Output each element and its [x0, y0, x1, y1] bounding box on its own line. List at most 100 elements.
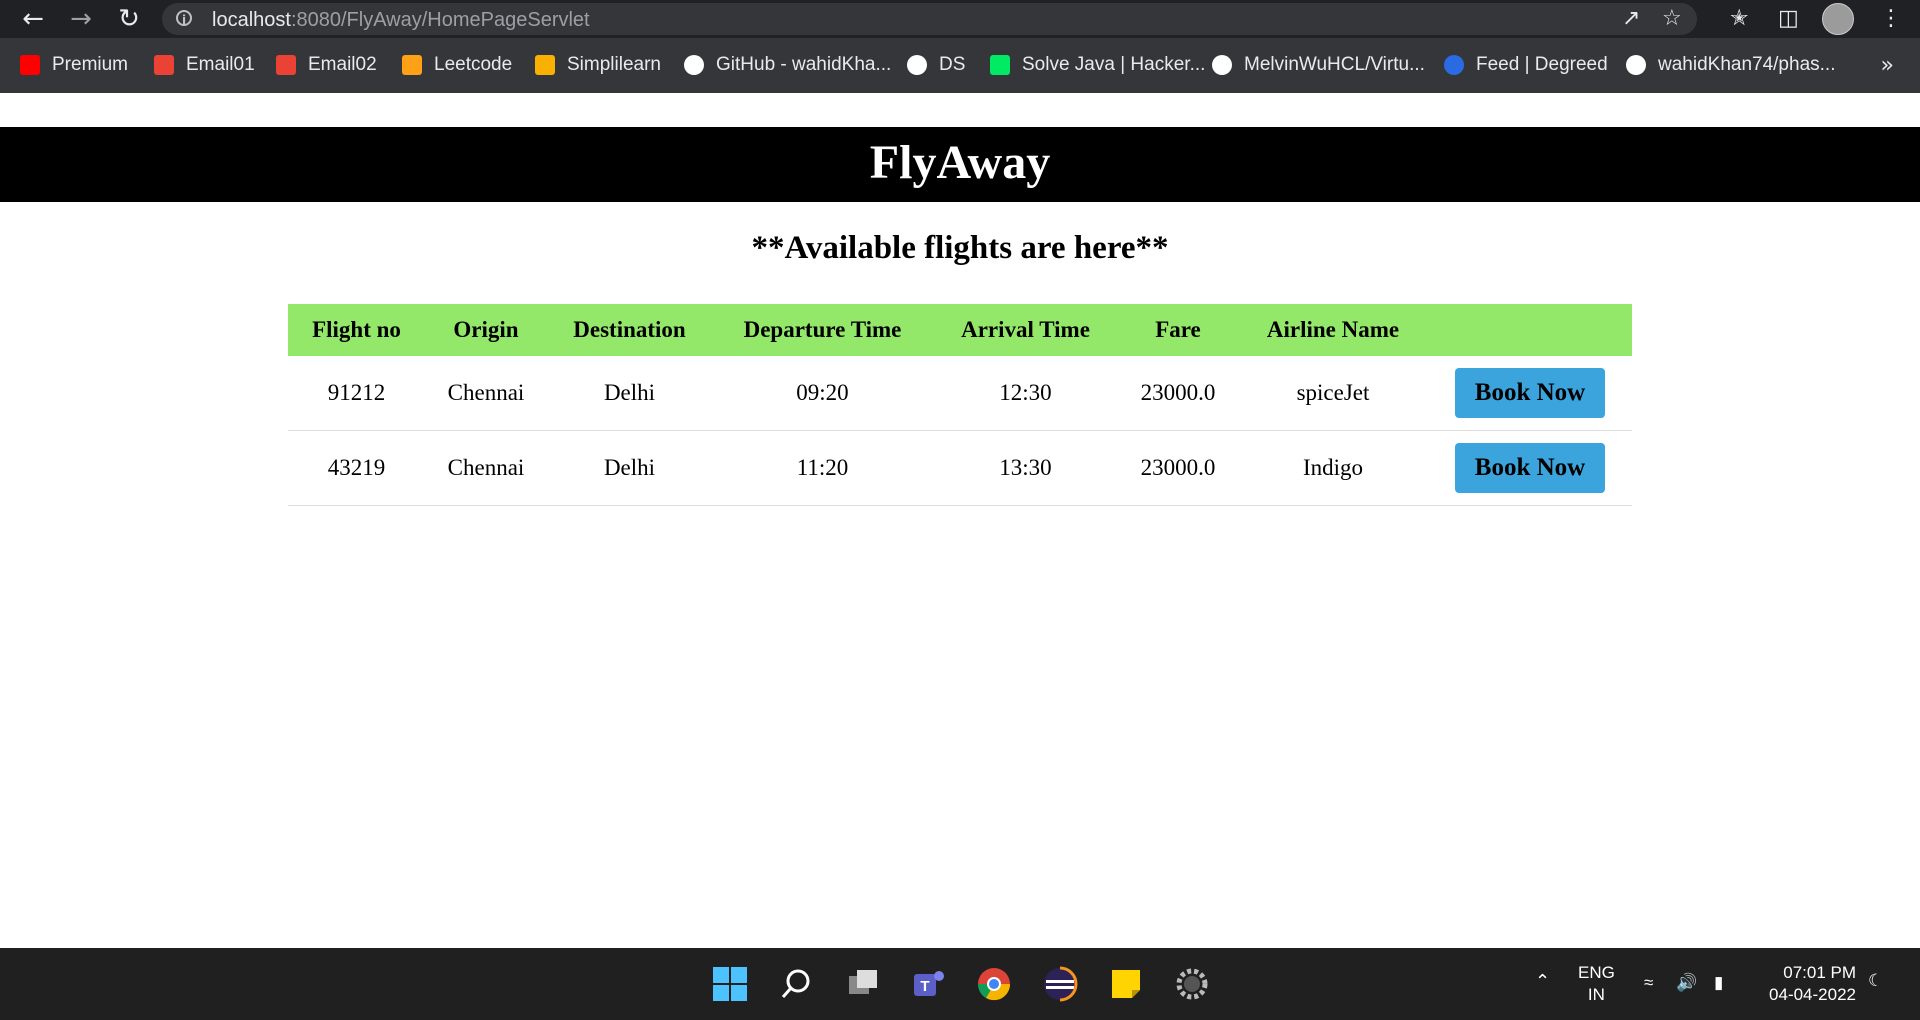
site-title: FlyAway — [869, 136, 1051, 189]
chevron-up-icon[interactable]: ⌃ — [1535, 970, 1550, 992]
page-content: FlyAway **Available flights are here** F… — [0, 93, 1920, 948]
teams-icon[interactable]: T — [908, 964, 948, 1004]
github-icon — [684, 55, 704, 75]
gmail-icon — [276, 55, 296, 75]
gmail-icon — [154, 55, 174, 75]
language-label: ENG — [1578, 963, 1615, 982]
header-flight-no: Flight no — [288, 304, 425, 356]
header-origin: Origin — [425, 304, 547, 356]
cell-departure: 09:20 — [712, 356, 933, 431]
bookmark-phase[interactable]: wahidKhan74/phas... — [1626, 53, 1835, 77]
cell-departure: 11:20 — [712, 430, 933, 506]
wifi-icon[interactable]: ≈ — [1644, 972, 1653, 994]
url-text[interactable]: localhost:8080/FlyAway/HomePageServlet — [212, 9, 590, 32]
github-icon — [907, 55, 927, 75]
cell-flight-no: 91212 — [288, 356, 425, 431]
cell-origin: Chennai — [425, 356, 547, 431]
bookmark-star-icon[interactable]: ☆ — [1662, 7, 1682, 31]
github-icon — [1212, 55, 1232, 75]
bookmark-email02[interactable]: Email02 — [276, 53, 377, 77]
bookmark-melvinwu[interactable]: MelvinWuHCL/Virtu... — [1212, 53, 1425, 77]
cell-action: Book Now — [1428, 356, 1632, 431]
header-fare: Fare — [1118, 304, 1238, 356]
language-indicator[interactable]: ENG IN — [1578, 962, 1615, 1006]
header-action — [1428, 304, 1632, 356]
bookmark-github-wahidkhan[interactable]: GitHub - wahidKha... — [684, 53, 891, 77]
bookmark-premium[interactable]: Premium — [20, 53, 128, 77]
bookmark-label: MelvinWuHCL/Virtu... — [1244, 54, 1425, 75]
night-light-icon[interactable]: ☾ — [1868, 970, 1883, 992]
search-icon[interactable] — [776, 964, 816, 1004]
table-row: 43219 Chennai Delhi 11:20 13:30 23000.0 … — [288, 430, 1632, 506]
page-subtitle: **Available flights are here** — [751, 230, 1169, 266]
site-info-icon[interactable]: i — [176, 10, 192, 27]
bookmark-ds[interactable]: DS — [907, 53, 965, 77]
url-host: localhost — [212, 9, 291, 31]
bookmarks-overflow-button[interactable]: » — [1881, 53, 1894, 78]
side-panel-icon[interactable]: ◫ — [1778, 5, 1799, 33]
reload-icon[interactable]: ↻ — [114, 4, 144, 34]
clock-date: 04-04-2022 — [1769, 985, 1856, 1004]
youtube-icon — [20, 55, 40, 75]
cell-airline: Indigo — [1238, 430, 1428, 506]
clock-time: 07:01 PM — [1783, 963, 1856, 982]
cell-destination: Delhi — [547, 356, 712, 431]
cell-action: Book Now — [1428, 430, 1632, 506]
header-destination: Destination — [547, 304, 712, 356]
browser-toolbar: ← → ↻ i localhost:8080/FlyAway/HomePageS… — [0, 0, 1920, 38]
site-header: FlyAway — [0, 127, 1920, 202]
header-departure-time: Departure Time — [712, 304, 933, 356]
bookmark-label: Solve Java | Hacker... — [1022, 54, 1206, 75]
region-label: IN — [1587, 985, 1605, 1004]
profile-avatar[interactable] — [1822, 3, 1854, 35]
header-airline-name: Airline Name — [1238, 304, 1428, 356]
share-icon[interactable]: ↗ — [1622, 7, 1640, 31]
extensions-icon[interactable]: ✭ — [1730, 5, 1748, 33]
hackerrank-icon — [990, 55, 1010, 75]
bookmarks-bar: Premium Email01 Email02 Leetcode Simplil… — [0, 38, 1920, 93]
menu-kebab-icon[interactable]: ⋮ — [1880, 5, 1902, 33]
simplilearn-icon — [535, 55, 555, 75]
bookmark-simplilearn[interactable]: Simplilearn — [535, 53, 661, 77]
back-arrow-icon[interactable]: ← — [18, 4, 48, 34]
cell-arrival: 12:30 — [933, 356, 1118, 431]
svg-text:T: T — [920, 978, 929, 995]
bookmark-email01[interactable]: Email01 — [154, 53, 255, 77]
bookmark-leetcode[interactable]: Leetcode — [402, 53, 512, 77]
bookmark-label: Premium — [52, 54, 129, 75]
task-view-icon[interactable] — [843, 964, 883, 1004]
cell-fare: 23000.0 — [1118, 356, 1238, 431]
volume-icon[interactable]: 🔊 — [1676, 972, 1697, 994]
bookmark-label: GitHub - wahidKha... — [716, 54, 892, 75]
cell-destination: Delhi — [547, 430, 712, 506]
clock[interactable]: 07:01 PM 04-04-2022 — [1760, 962, 1856, 1006]
degreed-icon — [1444, 55, 1464, 75]
github-icon — [1626, 55, 1646, 75]
bookmark-label: DS — [939, 54, 966, 75]
bookmark-label: Email01 — [186, 54, 255, 75]
cell-fare: 23000.0 — [1118, 430, 1238, 506]
bookmark-hackerrank[interactable]: Solve Java | Hacker... — [990, 53, 1205, 77]
settings-icon[interactable] — [1172, 964, 1212, 1004]
eclipse-icon[interactable] — [1040, 964, 1080, 1004]
forward-arrow-icon[interactable]: → — [66, 4, 96, 34]
taskbar: T ⌃ ENG IN ≈ 🔊 ▮ 07:01 PM 04-04-2022 ☾ — [0, 948, 1920, 1020]
bookmark-degreed[interactable]: Feed | Degreed — [1444, 53, 1608, 77]
header-arrival-time: Arrival Time — [933, 304, 1118, 356]
bookmark-label: wahidKhan74/phas... — [1658, 54, 1836, 75]
table-header-row: Flight no Origin Destination Departure T… — [288, 304, 1632, 356]
cell-flight-no: 43219 — [288, 430, 425, 506]
windows-start-icon[interactable] — [710, 964, 750, 1004]
chrome-icon[interactable] — [974, 964, 1014, 1004]
bookmark-label: Simplilearn — [567, 54, 661, 75]
bookmark-label: Feed | Degreed — [1476, 54, 1608, 75]
book-now-button[interactable]: Book Now — [1455, 368, 1605, 418]
bookmark-label: Email02 — [308, 54, 377, 75]
bookmark-label: Leetcode — [434, 54, 513, 75]
book-now-button[interactable]: Book Now — [1455, 443, 1605, 493]
sticky-notes-icon[interactable] — [1106, 964, 1146, 1004]
battery-icon[interactable]: ▮ — [1714, 972, 1723, 994]
leetcode-icon — [402, 55, 422, 75]
address-bar[interactable]: i localhost:8080/FlyAway/HomePageServlet… — [162, 3, 1697, 35]
cell-arrival: 13:30 — [933, 430, 1118, 506]
